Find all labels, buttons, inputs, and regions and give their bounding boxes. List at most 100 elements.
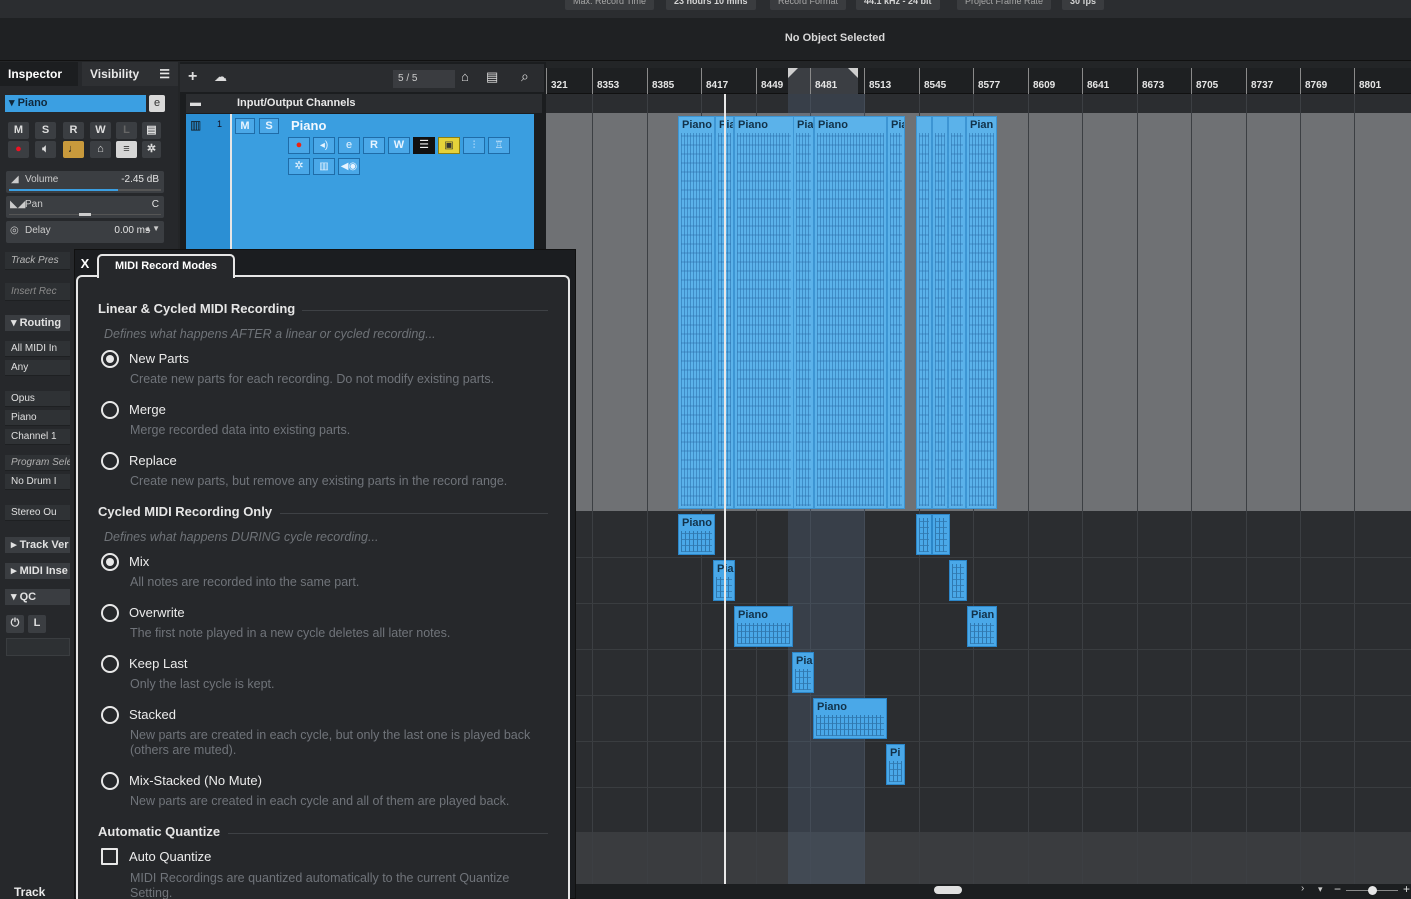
midi-part[interactable]: Pian	[967, 606, 997, 647]
add-track-icon[interactable]: +	[188, 68, 197, 86]
solo-button[interactable]: S	[35, 122, 56, 139]
midi-part[interactable]: Piano	[678, 116, 715, 509]
midi-part[interactable]: Pia	[887, 116, 905, 509]
zoom-out-icon[interactable]: −	[1334, 882, 1341, 896]
power-icon[interactable]: ⏻	[6, 615, 24, 633]
channel-settings-icon[interactable]: ▤	[142, 122, 161, 139]
output-select[interactable]: Piano	[5, 410, 70, 426]
status-value-record-time[interactable]: 23 hours 10 mins	[666, 0, 756, 10]
track-row-piano[interactable]: ▥ 1 M S Piano ● ◂) e R W ☰ ▣ ⫶ ♖ ✲ ▥ ◀◉	[186, 114, 534, 252]
track-name[interactable]: Piano	[291, 118, 326, 133]
radio-mix[interactable]	[101, 553, 119, 571]
pan-control[interactable]: ◣◢ Pan C	[6, 196, 164, 218]
audio-output-select[interactable]: Stereo Ou	[5, 505, 70, 521]
status-value-frame-rate[interactable]: 30 fps	[1062, 0, 1105, 10]
midi-part[interactable]	[948, 116, 966, 509]
midi-part[interactable]: Piano	[734, 116, 794, 509]
folder-track[interactable]: ▬ Input/Output Channels	[186, 94, 542, 113]
track-write-button[interactable]: W	[388, 137, 410, 154]
quick-control-learn-icon[interactable]: L	[28, 615, 46, 633]
midi-part[interactable]: Pian	[966, 116, 997, 509]
program-select[interactable]: Program Sele	[5, 455, 70, 471]
tab-inspector[interactable]: Inspector	[0, 62, 78, 86]
radio-replace[interactable]	[101, 452, 119, 470]
tab-midi-record-modes[interactable]: MIDI Record Modes	[97, 254, 235, 278]
midi-input-select[interactable]: All MIDI In	[5, 341, 70, 357]
track-lanes-icon[interactable]: ☰	[413, 137, 435, 154]
section-qc[interactable]: ▾ QC	[5, 589, 70, 605]
status-value-record-format[interactable]: 44.1 kHz - 24 bit	[856, 0, 940, 10]
channel-select[interactable]: Channel 1	[5, 429, 70, 445]
load-track-preset-icon[interactable]: ☁	[214, 69, 227, 85]
track-solo-button[interactable]: S	[259, 118, 279, 134]
insert-rec-field[interactable]: Insert Rec	[5, 283, 70, 301]
scroll-right-icon[interactable]: ›	[1301, 883, 1304, 894]
tab-visibility[interactable]: Visibility ☰	[82, 62, 178, 86]
volume-control[interactable]: ◢ Volume -2.45 dB	[6, 171, 164, 193]
track-footer-tab[interactable]: Track	[14, 885, 45, 899]
cycle-right-locator[interactable]	[848, 68, 858, 78]
cycle-left-locator[interactable]	[788, 68, 798, 78]
radio-new-parts[interactable]	[101, 350, 119, 368]
timeline-ruler[interactable]: 321 8353 8385 8417 8449 8481 8513 8545 8…	[546, 68, 1411, 94]
track-keyboard-icon[interactable]: ▥	[313, 158, 335, 175]
track-preset-field[interactable]: Track Pres	[5, 252, 70, 270]
timebase-icon[interactable]: ♩	[63, 141, 84, 158]
close-icon[interactable]: X	[75, 253, 95, 275]
radio-merge[interactable]	[101, 401, 119, 419]
input-channel-select[interactable]: Any	[5, 360, 70, 376]
section-routing[interactable]: ▾ Routing	[5, 315, 70, 331]
midi-part[interactable]	[949, 560, 967, 601]
radio-mix-stacked[interactable]	[101, 772, 119, 790]
pan-slider-handle[interactable]	[79, 213, 91, 216]
midi-part[interactable]: Piano	[814, 116, 887, 509]
read-automation-button[interactable]: R	[63, 122, 84, 139]
empty-track-lane[interactable]	[546, 832, 1411, 884]
edit-instrument-icon[interactable]: e	[149, 95, 165, 112]
radio-overwrite[interactable]	[101, 604, 119, 622]
lanes-icon[interactable]: ≡	[116, 141, 137, 158]
midi-part[interactable]: Piano	[678, 514, 715, 555]
track-freeze-icon[interactable]: ✲	[288, 158, 310, 175]
delay-control[interactable]: ◎ Delay 0.00 ms ▲▼	[6, 221, 164, 243]
midi-part[interactable]: Pia	[793, 116, 814, 509]
track-inserts-icon[interactable]: ⫶	[463, 137, 485, 154]
inspector-track-name[interactable]: ▾ Piano	[5, 95, 146, 112]
midi-part[interactable]: Piano	[813, 698, 887, 739]
track-record-icon[interactable]: ●	[288, 137, 310, 154]
stepper-icon[interactable]: ▲▼	[144, 224, 160, 233]
section-midi-inserts[interactable]: ▸ MIDI Inse	[5, 563, 70, 579]
write-automation-button[interactable]: W	[90, 122, 111, 139]
midi-part[interactable]: Piano	[734, 606, 793, 647]
midi-part[interactable]	[932, 116, 948, 509]
zoom-slider-handle[interactable]	[1368, 886, 1377, 895]
search-icon[interactable]: ⌕	[521, 68, 529, 85]
lock-button[interactable]: L	[116, 122, 137, 139]
track-mute-button[interactable]: M	[235, 118, 255, 134]
auto-quantize-checkbox[interactable]	[101, 848, 118, 865]
track-read-button[interactable]: R	[363, 137, 385, 154]
midi-part[interactable]	[916, 116, 932, 509]
midi-part[interactable]: Pi	[886, 744, 905, 785]
mute-button[interactable]: M	[8, 122, 29, 139]
project-cursor[interactable]	[724, 94, 726, 884]
track-timebase-icon[interactable]: ▣	[438, 137, 460, 154]
home-icon[interactable]: ⌂	[461, 69, 469, 84]
track-expression-icon[interactable]: ◀◉	[338, 158, 360, 175]
track-edit-icon[interactable]: e	[338, 137, 360, 154]
zoom-in-icon[interactable]: +	[1403, 882, 1410, 896]
section-track-versions[interactable]: ▸ Track Ver	[5, 537, 70, 553]
record-enable-icon[interactable]: ●	[8, 141, 29, 158]
track-instrument-icon[interactable]: ♖	[488, 137, 510, 154]
midi-part[interactable]	[916, 514, 932, 555]
midi-part[interactable]: Pia	[792, 652, 814, 693]
radio-stacked[interactable]	[101, 706, 119, 724]
list-icon[interactable]: ▤	[486, 69, 498, 85]
menu-icon[interactable]: ☰	[159, 62, 170, 86]
zoom-menu-icon[interactable]: ▾	[1318, 884, 1323, 895]
instrument-select[interactable]: Opus	[5, 391, 70, 407]
lock-icon[interactable]: ⌂	[90, 141, 111, 158]
midi-part[interactable]	[932, 514, 950, 555]
horizontal-scrollbar-thumb[interactable]	[934, 886, 962, 894]
monitor-icon[interactable]: 🔈︎	[35, 141, 56, 158]
